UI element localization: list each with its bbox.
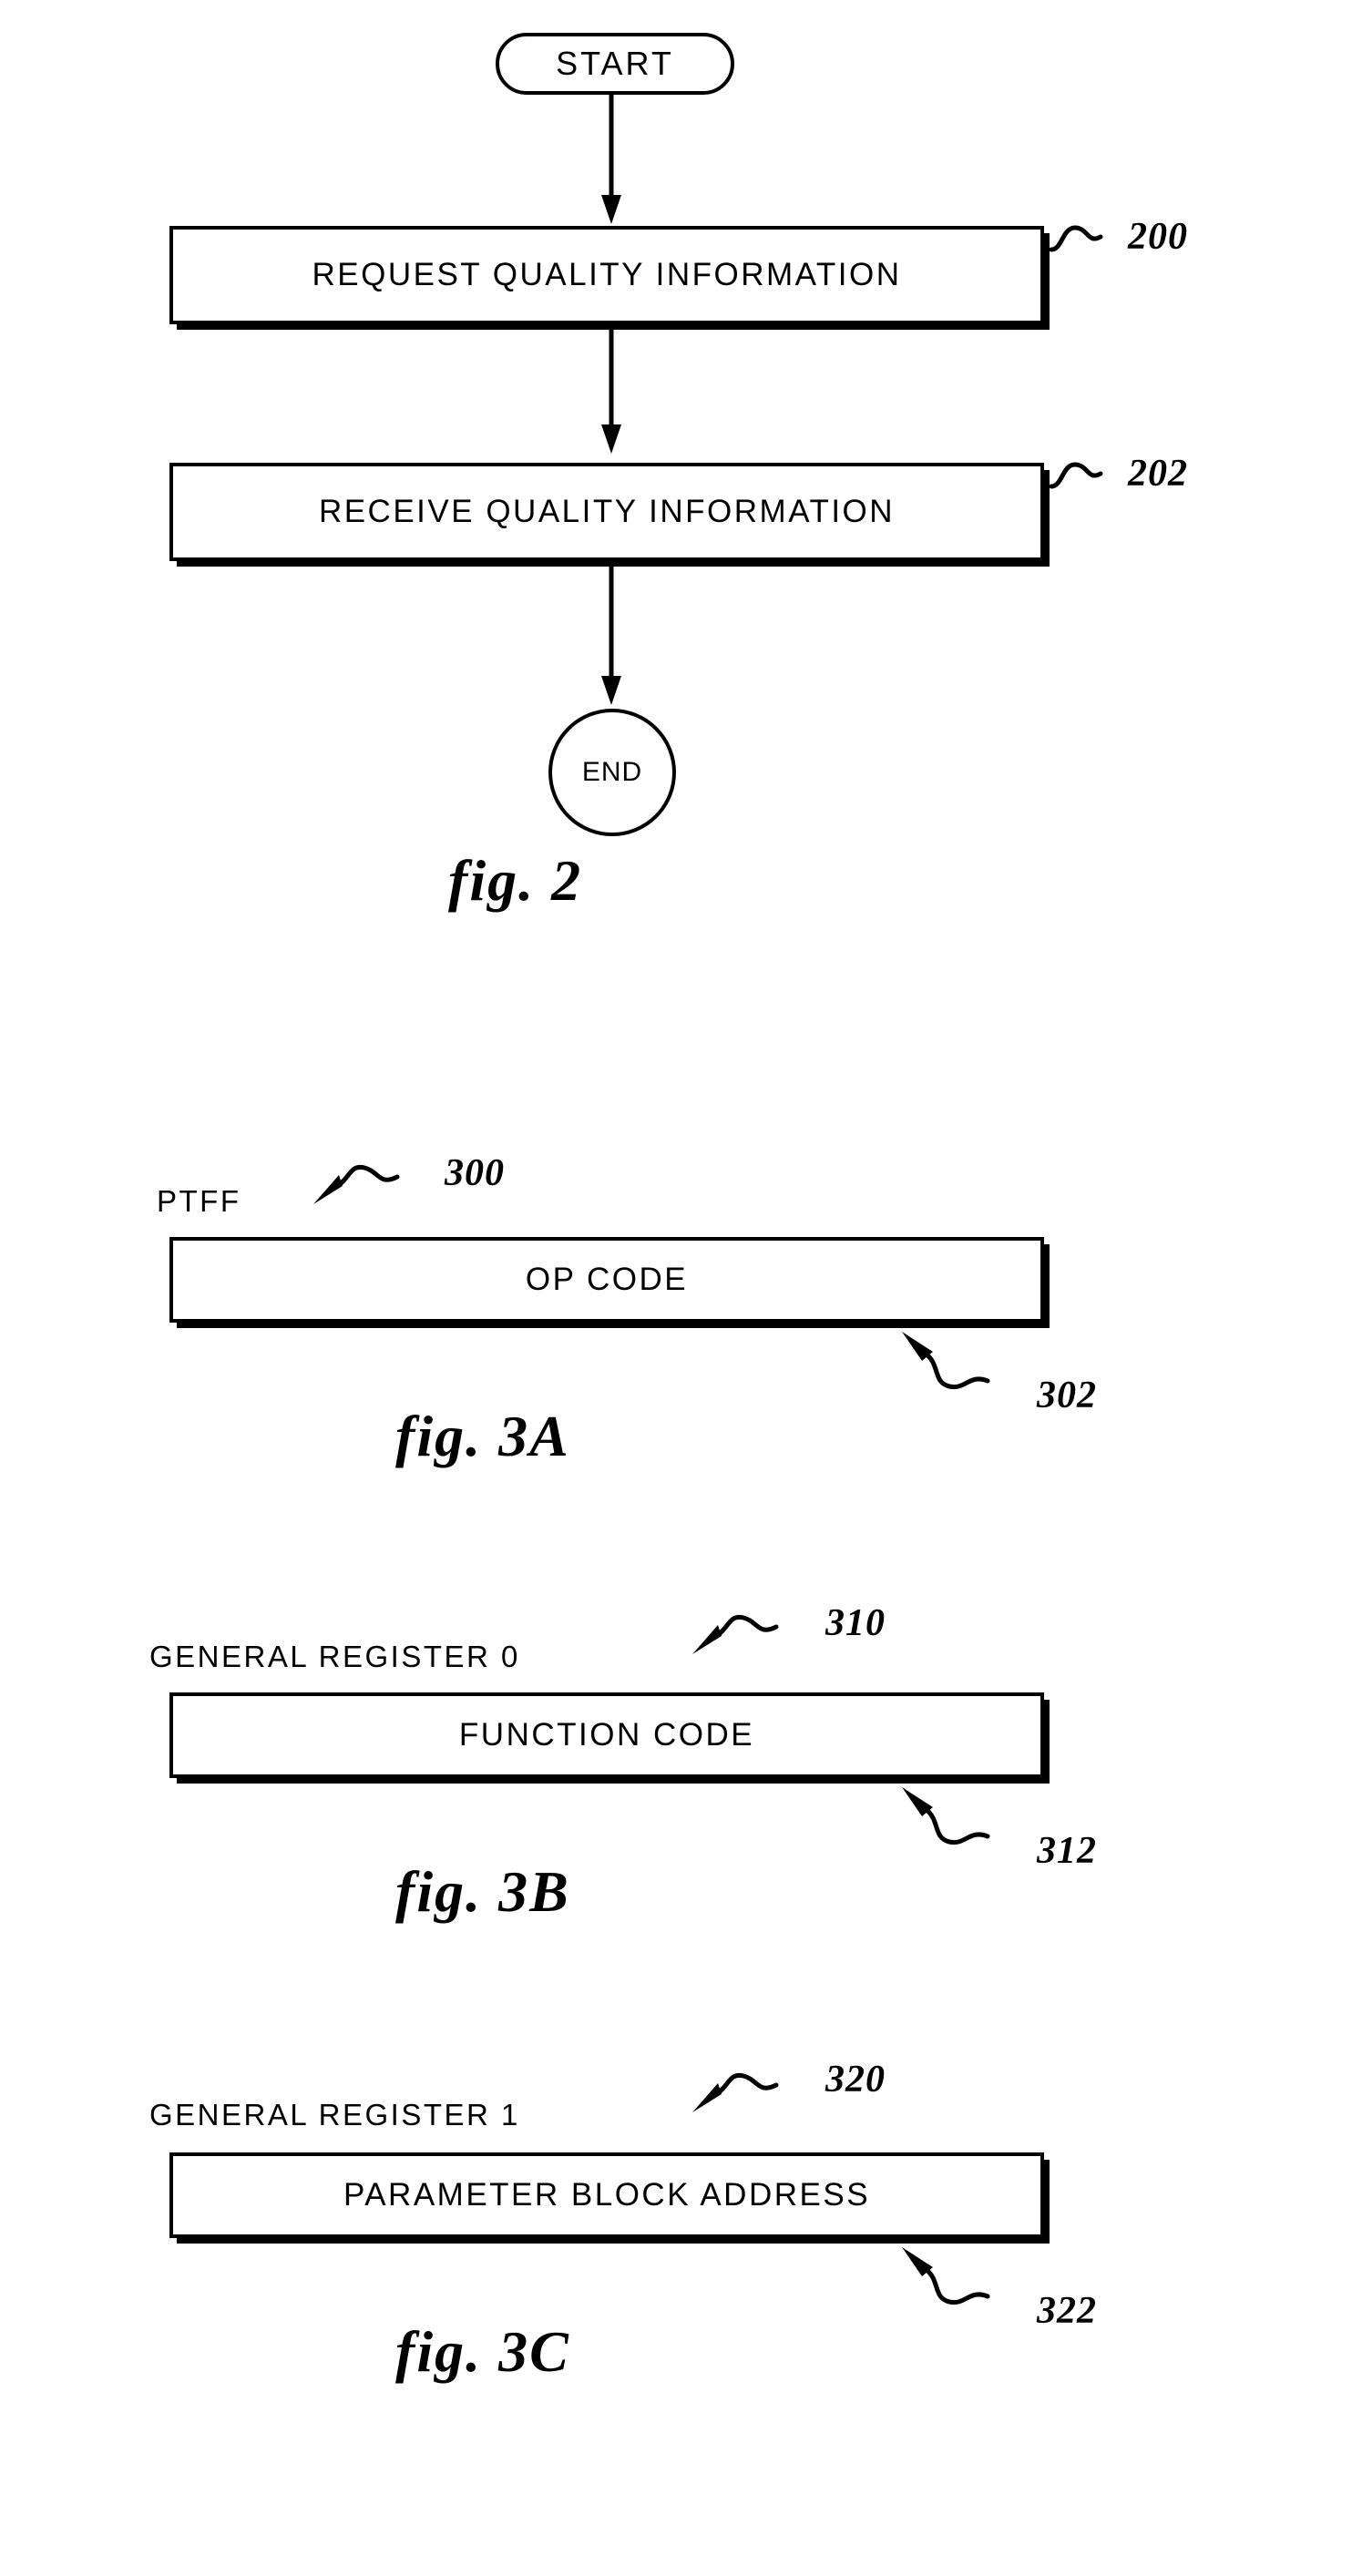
figure-3b: GENERAL REGISTER 0 310 FUNCTION CODE 312…: [0, 1585, 1352, 1995]
reference-number-202: 202: [1128, 453, 1188, 495]
flowchart-node-start: START: [496, 33, 734, 95]
figure-3a-caption: fig. 3A: [395, 1404, 570, 1468]
figure-3b-caption: fig. 3B: [395, 1859, 570, 1924]
flowchart-node-receive-quality-information: RECEIVE QUALITY INFORMATION: [169, 463, 1044, 561]
flowchart-node-request-quality-information: REQUEST QUALITY INFORMATION: [169, 226, 1044, 324]
reference-leader-200: [1049, 225, 1103, 252]
figure-3a-field-op-code: OP CODE: [169, 1237, 1044, 1323]
figure-3c-field-parameter-block-address: PARAMETER BLOCK ADDRESS: [169, 2152, 1044, 2238]
figure-3c-caption: fig. 3C: [395, 2319, 570, 2384]
figure-3c-title: GENERAL REGISTER 1: [149, 2098, 520, 2131]
reference-number-302: 302: [1037, 1375, 1097, 1416]
reference-number-200: 200: [1128, 216, 1188, 258]
figure-2: START REQUEST QUALITY INFORMATION 200 RE…: [0, 0, 1352, 1002]
figure-3c-field-label: PARAMETER BLOCK ADDRESS: [343, 2177, 871, 2213]
reference-leader-320: [692, 2072, 779, 2112]
flowchart-node-202-label: RECEIVE QUALITY INFORMATION: [318, 494, 896, 529]
figure-2-caption: fig. 2: [448, 848, 583, 913]
figure-3b-field-label: FUNCTION CODE: [458, 1717, 755, 1753]
figure-3a-title: PTFF: [157, 1184, 241, 1218]
reference-leader-310: [692, 1614, 779, 1654]
reference-number-322: 322: [1037, 2290, 1097, 2332]
figure-3b-field-function-code: FUNCTION CODE: [169, 1692, 1044, 1778]
reference-number-300: 300: [445, 1152, 505, 1194]
reference-leader-202: [1049, 462, 1103, 489]
flowchart-node-end: END: [548, 709, 676, 836]
flowchart-arrow-start-to-200: [601, 95, 621, 224]
flowchart-arrow-200-to-202: [601, 324, 621, 454]
flowchart-node-start-label: START: [556, 45, 674, 82]
flowchart-node-end-label: END: [581, 757, 643, 787]
reference-number-320: 320: [825, 2059, 886, 2101]
figure-3b-title: GENERAL REGISTER 0: [149, 1640, 520, 1673]
figure-3a-field-label: OP CODE: [525, 1262, 689, 1297]
figure-3c: GENERAL REGISTER 1 320 PARAMETER BLOCK A…: [0, 2045, 1352, 2455]
flowchart-arrow-202-to-end: [601, 561, 621, 705]
reference-leader-300: [313, 1164, 400, 1204]
reference-number-312: 312: [1037, 1830, 1097, 1872]
figure-3a: PTFF 300 OP CODE 302 fig. 3A: [0, 1130, 1352, 1539]
flowchart-node-200-label: REQUEST QUALITY INFORMATION: [312, 257, 902, 292]
reference-number-310: 310: [825, 1602, 886, 1644]
